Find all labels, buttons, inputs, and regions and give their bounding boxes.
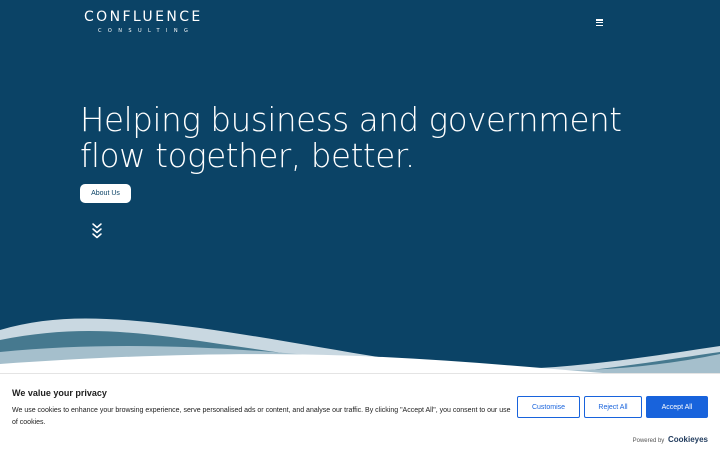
brand-logo[interactable]: CONFLUENCE CONSULTING bbox=[84, 9, 216, 34]
customise-button[interactable]: Customise bbox=[517, 396, 580, 418]
cookieyes-logo[interactable]: Cookieyes bbox=[668, 435, 708, 444]
brand-tagline: CONSULTING bbox=[98, 28, 195, 34]
triple-chevron-down-icon[interactable] bbox=[91, 222, 103, 240]
hero-headline-line-2: flow together, better. bbox=[80, 137, 415, 175]
hero-headline: Helping business and government flow tog… bbox=[80, 101, 622, 175]
powered-by: Powered by Cookieyes bbox=[633, 435, 708, 444]
accept-all-button[interactable]: Accept All bbox=[646, 396, 708, 418]
about-us-button[interactable]: About Us bbox=[80, 184, 131, 203]
hero-headline-line-1: Helping business and government bbox=[80, 101, 622, 139]
reject-all-button[interactable]: Reject All bbox=[584, 396, 642, 418]
cookie-description: We use cookies to enhance your browsing … bbox=[12, 407, 511, 426]
hamburger-menu-icon[interactable] bbox=[596, 18, 606, 28]
brand-name: CONFLUENCE bbox=[84, 9, 203, 25]
powered-by-label: Powered by bbox=[632, 438, 665, 444]
cookie-title: We value your privacy bbox=[12, 388, 107, 398]
cookie-consent-banner: We value your privacy We use cookies to … bbox=[0, 373, 720, 450]
